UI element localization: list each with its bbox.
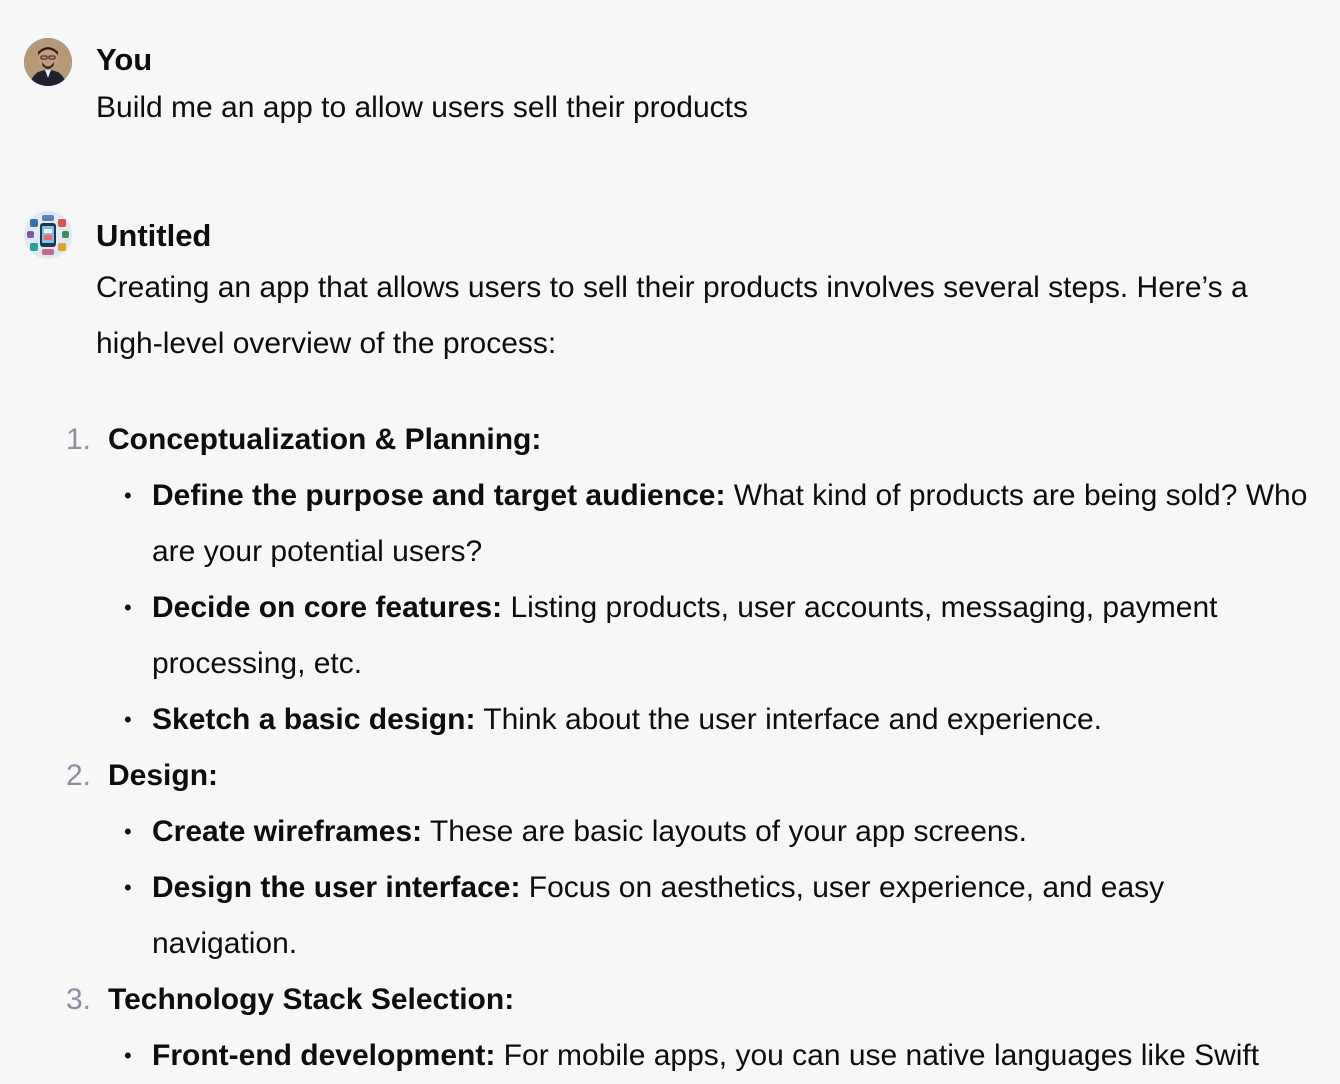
step-title: Technology Stack Selection:	[108, 983, 515, 1016]
sub-item-label: Sketch a basic design:	[152, 703, 476, 736]
sub-list-item: • Decide on core features: Listing produ…	[124, 580, 1312, 692]
list-item: 1. Conceptualization & Planning: • Defin…	[0, 412, 1340, 748]
user-message-text: Build me an app to allow users sell thei…	[96, 91, 749, 124]
sub-list-item: • Create wireframes: These are basic lay…	[124, 804, 1312, 860]
step-number: 2.	[66, 759, 92, 792]
step-number: 3.	[66, 983, 92, 1016]
step-number: 1.	[66, 423, 92, 456]
sub-list-item: • Design the user interface: Focus on ae…	[124, 860, 1312, 972]
sub-list: • Create wireframes: These are basic lay…	[0, 804, 1340, 972]
step-title: Conceptualization & Planning:	[108, 423, 542, 456]
bullet-icon: •	[124, 707, 132, 732]
sub-list-item: • Define the purpose and target audience…	[124, 468, 1312, 580]
bullet-icon: •	[124, 483, 132, 508]
user-author-name: You	[96, 42, 153, 77]
list-item: 3. Technology Stack Selection: • Front-e…	[0, 972, 1340, 1084]
sub-item-label: Create wireframes:	[152, 815, 423, 848]
list-item: 2. Design: • Create wireframes: These ar…	[0, 748, 1340, 972]
sub-item-label: Decide on core features:	[152, 591, 503, 624]
steps-list: 1. Conceptualization & Planning: • Defin…	[0, 412, 1340, 1084]
sub-item-label: Front-end development:	[152, 1039, 496, 1072]
step-title: Design:	[108, 759, 219, 792]
gpt-avatar-icon[interactable]	[24, 211, 72, 259]
assistant-author-name: Untitled	[96, 218, 212, 253]
sub-list: • Define the purpose and target audience…	[0, 468, 1340, 748]
sub-item-text: Think about the user interface and exper…	[475, 703, 1102, 736]
bullet-icon: •	[124, 875, 132, 900]
sub-item-label: Define the purpose and target audience:	[152, 479, 726, 512]
assistant-intro-text: Creating an app that allows users to sel…	[96, 271, 1248, 360]
sub-list-item: • Sketch a basic design: Think about the…	[124, 692, 1312, 748]
sub-item-label: Design the user interface:	[152, 871, 521, 904]
sub-item-text: For mobile apps, you can use native lang…	[495, 1039, 1260, 1072]
sub-item-text: These are basic layouts of your app scre…	[422, 815, 1027, 848]
bullet-icon: •	[124, 819, 132, 844]
bullet-icon: •	[124, 595, 132, 620]
user-avatar-icon[interactable]	[24, 38, 72, 86]
